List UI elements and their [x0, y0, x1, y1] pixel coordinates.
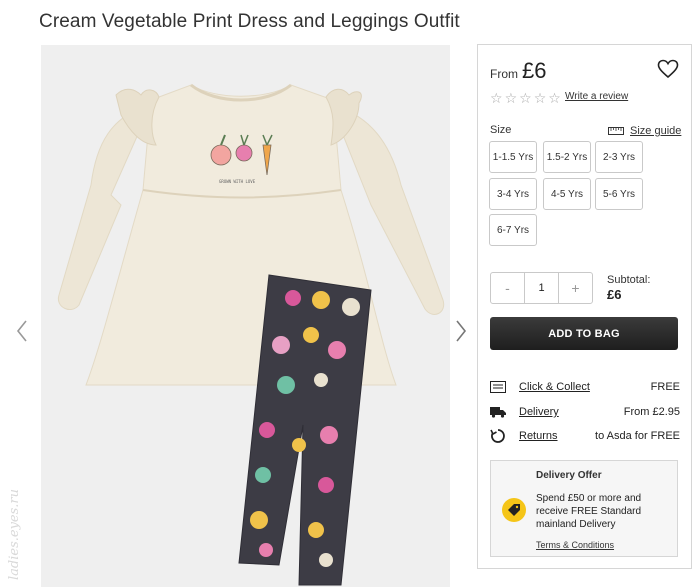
size-option[interactable]: 1-1.5 Yrs [489, 141, 537, 173]
subtotal-value: £6 [607, 287, 622, 302]
quantity-stepper: - 1 + [490, 272, 593, 304]
delivery-offer-title: Delivery Offer [536, 470, 602, 481]
outfit-illustration: GROWN WITH LOVE [41, 45, 450, 587]
store-icon [490, 380, 506, 394]
write-review-link[interactable]: Write a review [565, 91, 628, 102]
delivery-option-click-collect: Click & Collect FREE [490, 379, 680, 395]
subtotal-label: Subtotal: [607, 274, 651, 286]
size-guide-label: Size guide [630, 125, 682, 137]
chevron-right-icon [456, 320, 467, 342]
watermark: ladies.eyes.ru [7, 489, 22, 580]
size-option[interactable]: 3-4 Yrs [489, 178, 537, 210]
heart-icon[interactable] [657, 59, 679, 79]
size-option[interactable]: 4-5 Yrs [543, 178, 591, 210]
delivery-offer-box: Delivery Offer Spend £50 or more and rec… [490, 460, 678, 557]
svg-text:ladies.eyes.ru: ladies.eyes.ru [7, 489, 22, 580]
star-icon: ☆ [533, 90, 547, 106]
star-icon: ☆ [548, 90, 561, 106]
price-row: From £6 [490, 58, 546, 84]
quantity-increase-button[interactable]: + [559, 273, 592, 303]
truck-icon [490, 405, 506, 419]
chevron-left-icon [16, 320, 27, 342]
rating-stars: ☆ ☆ ☆ ☆ ☆ [490, 91, 561, 105]
delivery-option-returns: Returns to Asda for FREE [490, 428, 680, 444]
size-option[interactable]: 2-3 Yrs [595, 141, 643, 173]
size-option[interactable]: 5-6 Yrs [595, 178, 643, 210]
product-image: GROWN WITH LOVE [41, 45, 450, 587]
delivery-price: From £2.95 [623, 406, 680, 418]
returns-info: to Asda for FREE [595, 430, 680, 442]
click-collect-link[interactable]: Click & Collect [519, 381, 590, 393]
tag-icon [502, 498, 526, 522]
svg-text:GROWN WITH LOVE: GROWN WITH LOVE [219, 179, 256, 184]
delivery-offer-text: Spend £50 or more and receive FREE Stand… [536, 493, 642, 530]
return-icon [490, 429, 506, 443]
purchase-panel: From £6 ☆ ☆ ☆ ☆ ☆ Write a review Size Si… [477, 44, 692, 569]
size-guide-link[interactable]: Size guide [608, 125, 681, 137]
star-icon: ☆ [519, 90, 532, 106]
quantity-decrease-button[interactable]: - [491, 273, 524, 303]
gallery-prev-button[interactable] [12, 318, 32, 344]
terms-conditions-link[interactable]: Terms & Conditions [536, 540, 614, 550]
returns-link[interactable]: Returns [519, 430, 558, 442]
delivery-option-delivery: Delivery From £2.95 [490, 404, 680, 420]
size-label: Size [490, 124, 512, 136]
add-to-bag-button[interactable]: ADD TO BAG [490, 317, 678, 350]
star-icon: ☆ [490, 90, 503, 106]
size-option[interactable]: 1.5-2 Yrs [543, 141, 591, 173]
delivery-link[interactable]: Delivery [519, 406, 559, 418]
price: £6 [522, 58, 547, 83]
quantity-input[interactable]: 1 [524, 273, 559, 303]
gallery-next-button[interactable] [451, 318, 471, 344]
star-icon: ☆ [504, 90, 518, 106]
size-option[interactable]: 6-7 Yrs [489, 214, 537, 246]
price-from-label: From [490, 67, 518, 81]
ruler-icon [608, 127, 624, 135]
product-title: Cream Vegetable Print Dress and Leggings… [39, 11, 460, 32]
click-collect-price: FREE [650, 381, 680, 393]
